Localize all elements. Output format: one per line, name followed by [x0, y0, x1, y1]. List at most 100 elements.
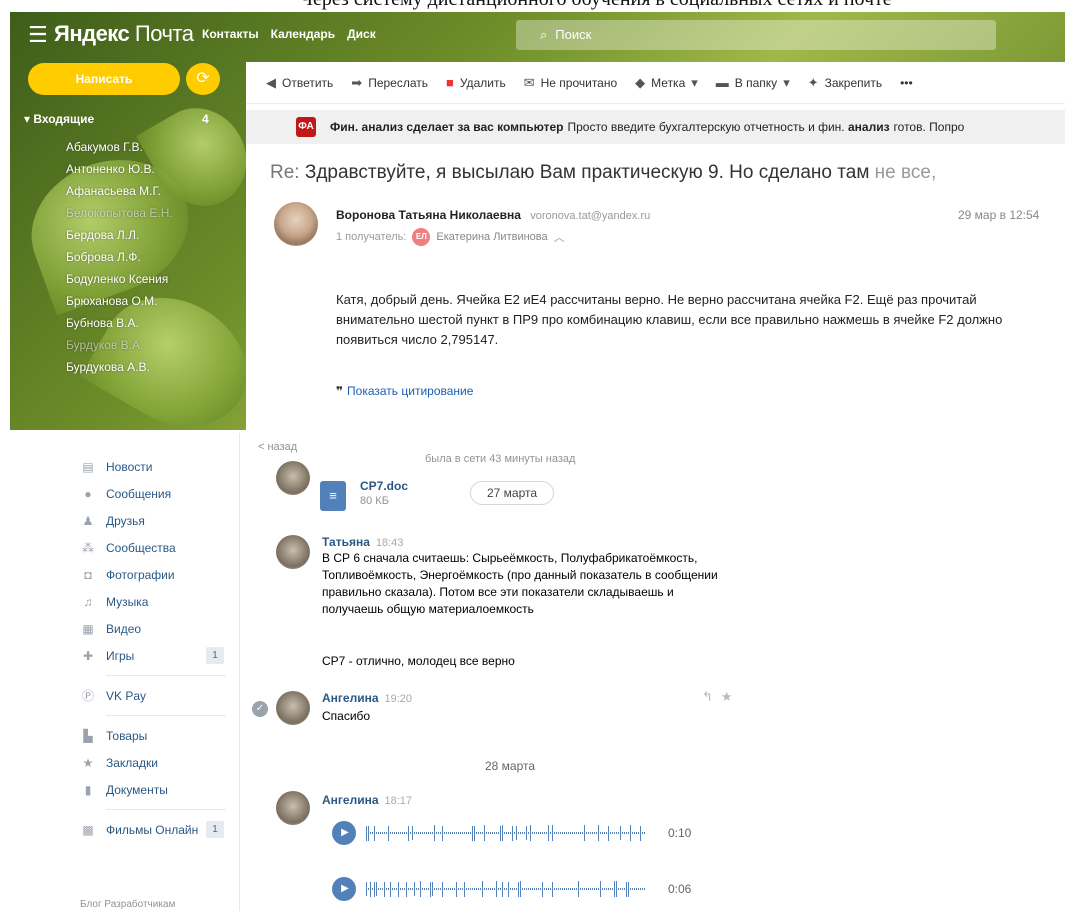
- waveform-bar: [390, 881, 391, 897]
- contact-folder[interactable]: Бурдуков В.А.: [66, 334, 173, 356]
- sender-name[interactable]: Воронова Татьяна Николаевна voronova.tat…: [336, 208, 650, 222]
- sidebar-item-messages[interactable]: ● Сообщения: [80, 480, 230, 507]
- waveform-bar: [400, 888, 401, 890]
- waveform-bar: [474, 888, 475, 890]
- sender-avatar[interactable]: [274, 202, 318, 246]
- contact-folder[interactable]: Боброва Л.Ф.: [66, 246, 173, 268]
- pin-button[interactable]: ✦ Закрепить: [808, 75, 882, 91]
- waveform-bar: [434, 888, 435, 890]
- more-button[interactable]: •••: [900, 76, 913, 90]
- contact-folder[interactable]: Бодуленко Ксения: [66, 268, 173, 290]
- sidebar-item-video[interactable]: ▦ Видео: [80, 615, 230, 642]
- contact-folder[interactable]: Бердова Л.Л.: [66, 224, 173, 246]
- contact-folder[interactable]: Брюханова О.М.: [66, 290, 173, 312]
- file-name-link[interactable]: СР7.doc: [360, 479, 408, 493]
- forward-button[interactable]: ➡ Переслать: [351, 75, 428, 91]
- nav-disk[interactable]: Диск: [347, 27, 376, 41]
- contact-folder[interactable]: Бурдукова А.В.: [66, 356, 173, 378]
- waveform-bar: [636, 888, 637, 890]
- waveform-bar: [588, 832, 589, 834]
- avatar[interactable]: [276, 791, 310, 825]
- sidebar-item-photos[interactable]: ◘ Фотографии: [80, 561, 230, 588]
- compose-button[interactable]: Написать: [28, 63, 180, 95]
- voice-waveform[interactable]: [366, 824, 661, 842]
- waveform-bar: [402, 832, 403, 834]
- message-author[interactable]: Татьяна 18:43: [322, 535, 403, 549]
- recipient-name: Екатерина Литвинова: [436, 231, 548, 243]
- sidebar-item-films[interactable]: ▩ Фильмы Онлайн 1: [80, 816, 230, 843]
- sidebar-item-goods[interactable]: ▙ Товары: [80, 722, 230, 749]
- menu-icon[interactable]: ☰: [28, 22, 48, 48]
- waveform-bar: [526, 826, 527, 840]
- waveform-bar: [514, 888, 515, 890]
- yandex-mail-screenshot: ☰ Яндекс Почта Контакты Календарь Диск ⌕…: [10, 12, 1065, 430]
- waveform-bar: [624, 888, 625, 890]
- waveform-bar: [528, 888, 529, 890]
- contact-folder[interactable]: Антоненко Ю.В.: [66, 158, 173, 180]
- waveform-bar: [632, 888, 633, 890]
- message-author[interactable]: Ангелина 19:20: [322, 691, 412, 705]
- waveform-bar: [634, 888, 635, 890]
- show-quote-link[interactable]: ❞ Показать цитирование: [336, 384, 473, 398]
- mark-unread-button[interactable]: ✉ Не прочитано: [524, 75, 617, 91]
- document-icon[interactable]: ≡: [320, 481, 346, 511]
- waveform-bar: [448, 888, 449, 890]
- waveform-bar: [596, 832, 597, 834]
- waveform-bar: [578, 832, 579, 834]
- avatar[interactable]: [276, 461, 310, 495]
- sidebar-item-groups[interactable]: ⁂ Сообщества: [80, 534, 230, 561]
- play-icon[interactable]: ▶: [332, 877, 356, 901]
- voice-waveform[interactable]: [366, 880, 661, 898]
- sidebar-item-news[interactable]: ▤ Новости: [80, 453, 230, 480]
- waveform-bar: [498, 832, 499, 834]
- recipients[interactable]: 1 получатель: ЕЛ Екатерина Литвинова ︿: [336, 228, 565, 246]
- play-icon[interactable]: ▶: [332, 821, 356, 845]
- sidebar-item-vkpay[interactable]: Ⓟ VK Pay: [80, 682, 230, 709]
- recipient-avatar: ЕЛ: [412, 228, 431, 246]
- vk-chat: < назад была в сети 43 минуты назад ≡ СР…: [240, 433, 750, 911]
- sidebar-item-friends[interactable]: ♟ Друзья: [80, 507, 230, 534]
- message-author[interactable]: Ангелина 18:17: [322, 793, 412, 807]
- waveform-bar: [572, 888, 573, 890]
- message-text: В СР 6 сначала считаешь: Сырьеёмкость, П…: [322, 551, 718, 616]
- contact-folder[interactable]: Бубнова В.А.: [66, 312, 173, 334]
- yandex-logo[interactable]: Яндекс Почта: [54, 21, 194, 47]
- divider: [106, 675, 226, 676]
- waveform-bar: [582, 832, 583, 834]
- vk-footer-links[interactable]: Блог Разработчикам: [80, 899, 175, 910]
- waveform-bar: [406, 832, 407, 834]
- sidebar-item-games[interactable]: ✚ Игры 1: [80, 642, 230, 669]
- avatar[interactable]: [276, 691, 310, 725]
- search-input[interactable]: ⌕ Поиск: [516, 20, 996, 50]
- nav-contacts[interactable]: Контакты: [202, 27, 259, 41]
- waveform-bar: [572, 832, 573, 834]
- avatar[interactable]: [276, 535, 310, 569]
- sidebar-item-bookmarks[interactable]: ★ Закладки: [80, 749, 230, 776]
- envelope-icon: ✉: [523, 74, 535, 90]
- label-button[interactable]: ◆ Метка ▾: [635, 75, 698, 91]
- delete-button[interactable]: ■ Удалить: [446, 75, 506, 90]
- waveform-bar: [388, 888, 389, 890]
- waveform-bar: [538, 832, 539, 834]
- folder-inbox[interactable]: ▾ Входящие: [24, 112, 94, 126]
- reply-button[interactable]: ◀ Ответить: [266, 75, 333, 91]
- waveform-bar: [496, 881, 497, 897]
- message-actions[interactable]: ↰★: [702, 689, 741, 705]
- ad-banner[interactable]: ФА Фин. анализ сделает за вас компьютер …: [246, 110, 1065, 144]
- star-icon[interactable]: ★: [721, 689, 741, 704]
- nav-calendar[interactable]: Календарь: [271, 27, 336, 41]
- move-to-folder-button[interactable]: ▬ В папку ▾: [716, 75, 790, 91]
- contact-folder[interactable]: Афанасьева М.Г.: [66, 180, 173, 202]
- reply-icon[interactable]: ↰: [702, 689, 721, 704]
- waveform-bar: [562, 832, 563, 834]
- waveform-bar: [618, 832, 619, 834]
- contact-folder[interactable]: Белокопытова Е.Н.: [66, 202, 173, 224]
- sidebar-item-documents[interactable]: ▮ Документы: [80, 776, 230, 803]
- contact-folder[interactable]: Абакумов Г.В.: [66, 136, 173, 158]
- refresh-icon[interactable]: ⟳: [186, 63, 220, 95]
- sidebar-item-music[interactable]: ♫ Музыка: [80, 588, 230, 615]
- waveform-bar: [386, 888, 387, 890]
- folder-icon: ▬: [715, 75, 729, 90]
- document-text-strip: Через систему дистанционного обучения в …: [0, 0, 1065, 12]
- back-link[interactable]: < назад: [258, 441, 297, 453]
